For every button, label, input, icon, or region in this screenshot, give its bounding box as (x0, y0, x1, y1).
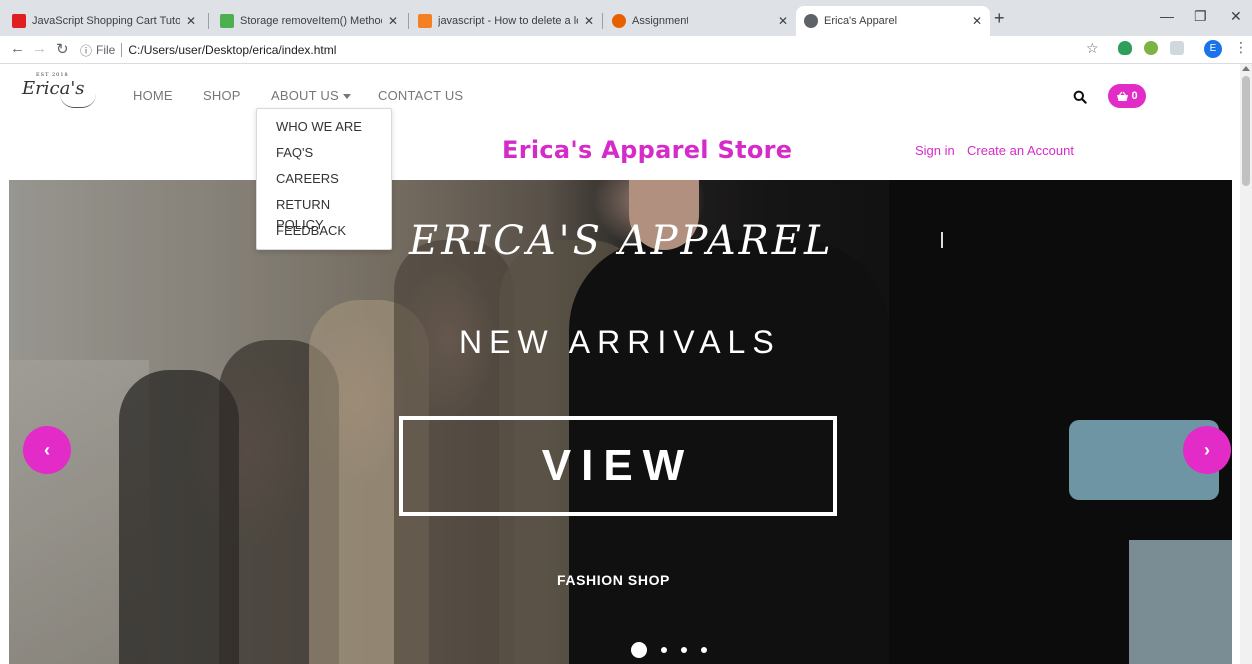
hero-tagline: FASHION SHOP (557, 572, 670, 588)
extension-icon[interactable] (1144, 41, 1158, 55)
create-account-link[interactable]: Create an Account (967, 143, 1074, 158)
cart-button[interactable]: 0 (1108, 84, 1146, 108)
tab-title: Assignment (632, 15, 688, 27)
address-bar[interactable]: ⓘ File C:/Users/user/Desktop/erica/index… (80, 39, 1080, 61)
new-tab-button[interactable]: + (994, 8, 1005, 29)
hero-subtitle: NEW ARRIVALS (459, 324, 781, 360)
dropdown-item-faqs[interactable]: FAQ'S (257, 143, 391, 169)
file-label: File (96, 43, 116, 57)
back-arrow-icon[interactable]: ← (10, 40, 25, 57)
tab-title: Storage removeItem() Method (240, 15, 382, 27)
youtube-icon (12, 14, 26, 28)
star-icon[interactable]: ☆ (1086, 40, 1099, 57)
carousel-dot[interactable] (661, 647, 667, 653)
close-icon[interactable]: ✕ (388, 14, 398, 28)
carousel-prev-button[interactable]: ‹ (23, 426, 71, 474)
shield-extension-icon[interactable] (1118, 41, 1132, 55)
hero-script-title: ERICA'S APPAREL (409, 218, 834, 264)
search-icon (1073, 90, 1087, 104)
about-us-dropdown: WHO WE ARE FAQ'S CAREERS RETURN POLICY F… (256, 108, 392, 250)
browser-tab[interactable]: javascript - How to delete a local ✕ (410, 6, 602, 36)
restore-icon[interactable]: ❐ (1194, 8, 1207, 25)
page-scrollbar[interactable] (1240, 64, 1252, 664)
basket-icon (1117, 91, 1129, 101)
logo-small-text: EST 2018 (36, 72, 69, 78)
window-close-icon[interactable]: ✕ (1230, 8, 1242, 25)
view-button[interactable]: VIEW (399, 416, 837, 516)
view-button-label: VIEW (541, 441, 695, 490)
chevron-left-icon: ‹ (44, 439, 50, 460)
reload-icon[interactable]: ↻ (56, 40, 69, 58)
search-button[interactable] (1067, 84, 1093, 110)
text-cursor (941, 232, 943, 248)
close-icon[interactable]: ✕ (972, 14, 982, 28)
browser-tab[interactable]: JavaScript Shopping Cart Tutoria ✕ (4, 6, 204, 36)
browser-tab[interactable]: Assignment ✕ (604, 6, 796, 36)
browser-toolbar: ← → ↻ ⓘ File C:/Users/user/Desktop/erica… (0, 36, 1252, 64)
carousel-dot[interactable] (701, 647, 707, 653)
store-title: Erica's Apparel Store (502, 136, 793, 164)
sign-in-link[interactable]: Sign in (915, 143, 955, 158)
minimize-icon[interactable]: — (1160, 8, 1174, 24)
hero-carousel: ERICA'S APPAREL NEW ARRIVALS VIEW FASHIO… (9, 180, 1232, 664)
menu-kebab-icon[interactable]: ⋮ (1234, 39, 1248, 56)
cart-count: 0 (1131, 90, 1138, 102)
close-icon[interactable]: ✕ (186, 14, 196, 28)
logo-swirl (60, 94, 96, 108)
chevron-right-icon: › (1204, 439, 1210, 460)
dropdown-item-who-we-are[interactable]: WHO WE ARE (257, 117, 391, 143)
dropdown-item-careers[interactable]: CAREERS (257, 169, 391, 195)
info-icon[interactable]: ⓘ (80, 42, 92, 59)
close-icon[interactable]: ✕ (584, 14, 594, 28)
nav-home[interactable]: HOME (133, 88, 173, 103)
nav-about-us-label: ABOUT US (271, 88, 339, 103)
tab-title: JavaScript Shopping Cart Tutoria (32, 15, 180, 27)
w3schools-icon (220, 14, 234, 28)
caret-down-icon (342, 94, 351, 100)
browser-tab-active[interactable]: Erica's Apparel ✕ (796, 6, 990, 36)
globe-icon (804, 14, 818, 28)
tab-separator (208, 13, 209, 29)
nav-shop[interactable]: SHOP (203, 88, 241, 103)
profile-avatar[interactable]: E (1204, 40, 1222, 58)
tab-title: Erica's Apparel (824, 15, 898, 27)
close-icon[interactable]: ✕ (778, 14, 788, 28)
site-header: EST 2018 Erica's HOME SHOP ABOUT US CONT… (0, 64, 1240, 180)
carousel-dot-active[interactable] (631, 642, 647, 658)
firefox-icon (612, 14, 626, 28)
browser-tab-bar: JavaScript Shopping Cart Tutoria ✕ Stora… (0, 0, 1252, 36)
tab-separator (408, 13, 409, 29)
carousel-dot[interactable] (681, 647, 687, 653)
tab-separator (602, 13, 603, 29)
nav-contact-us[interactable]: CONTACT US (378, 88, 463, 103)
scroll-up-arrow-icon[interactable] (1242, 66, 1250, 71)
url-text: C:/Users/user/Desktop/erica/index.html (128, 43, 337, 57)
browser-tab[interactable]: Storage removeItem() Method ✕ (212, 6, 406, 36)
carousel-next-button[interactable]: › (1183, 426, 1231, 474)
extension-icon[interactable] (1170, 41, 1184, 55)
scrollbar-thumb[interactable] (1242, 76, 1250, 186)
stackoverflow-icon (418, 14, 432, 28)
carousel-indicators (631, 642, 721, 658)
nav-about-us[interactable]: ABOUT US (271, 88, 351, 103)
tab-title: javascript - How to delete a local (438, 15, 578, 27)
dropdown-item-feedback[interactable]: FEEDBACK (257, 221, 391, 247)
dropdown-item-return-policy[interactable]: RETURN POLICY (257, 195, 391, 232)
forward-arrow-icon[interactable]: → (32, 40, 47, 57)
site-logo[interactable]: EST 2018 Erica's (22, 72, 96, 108)
address-separator (121, 43, 123, 57)
